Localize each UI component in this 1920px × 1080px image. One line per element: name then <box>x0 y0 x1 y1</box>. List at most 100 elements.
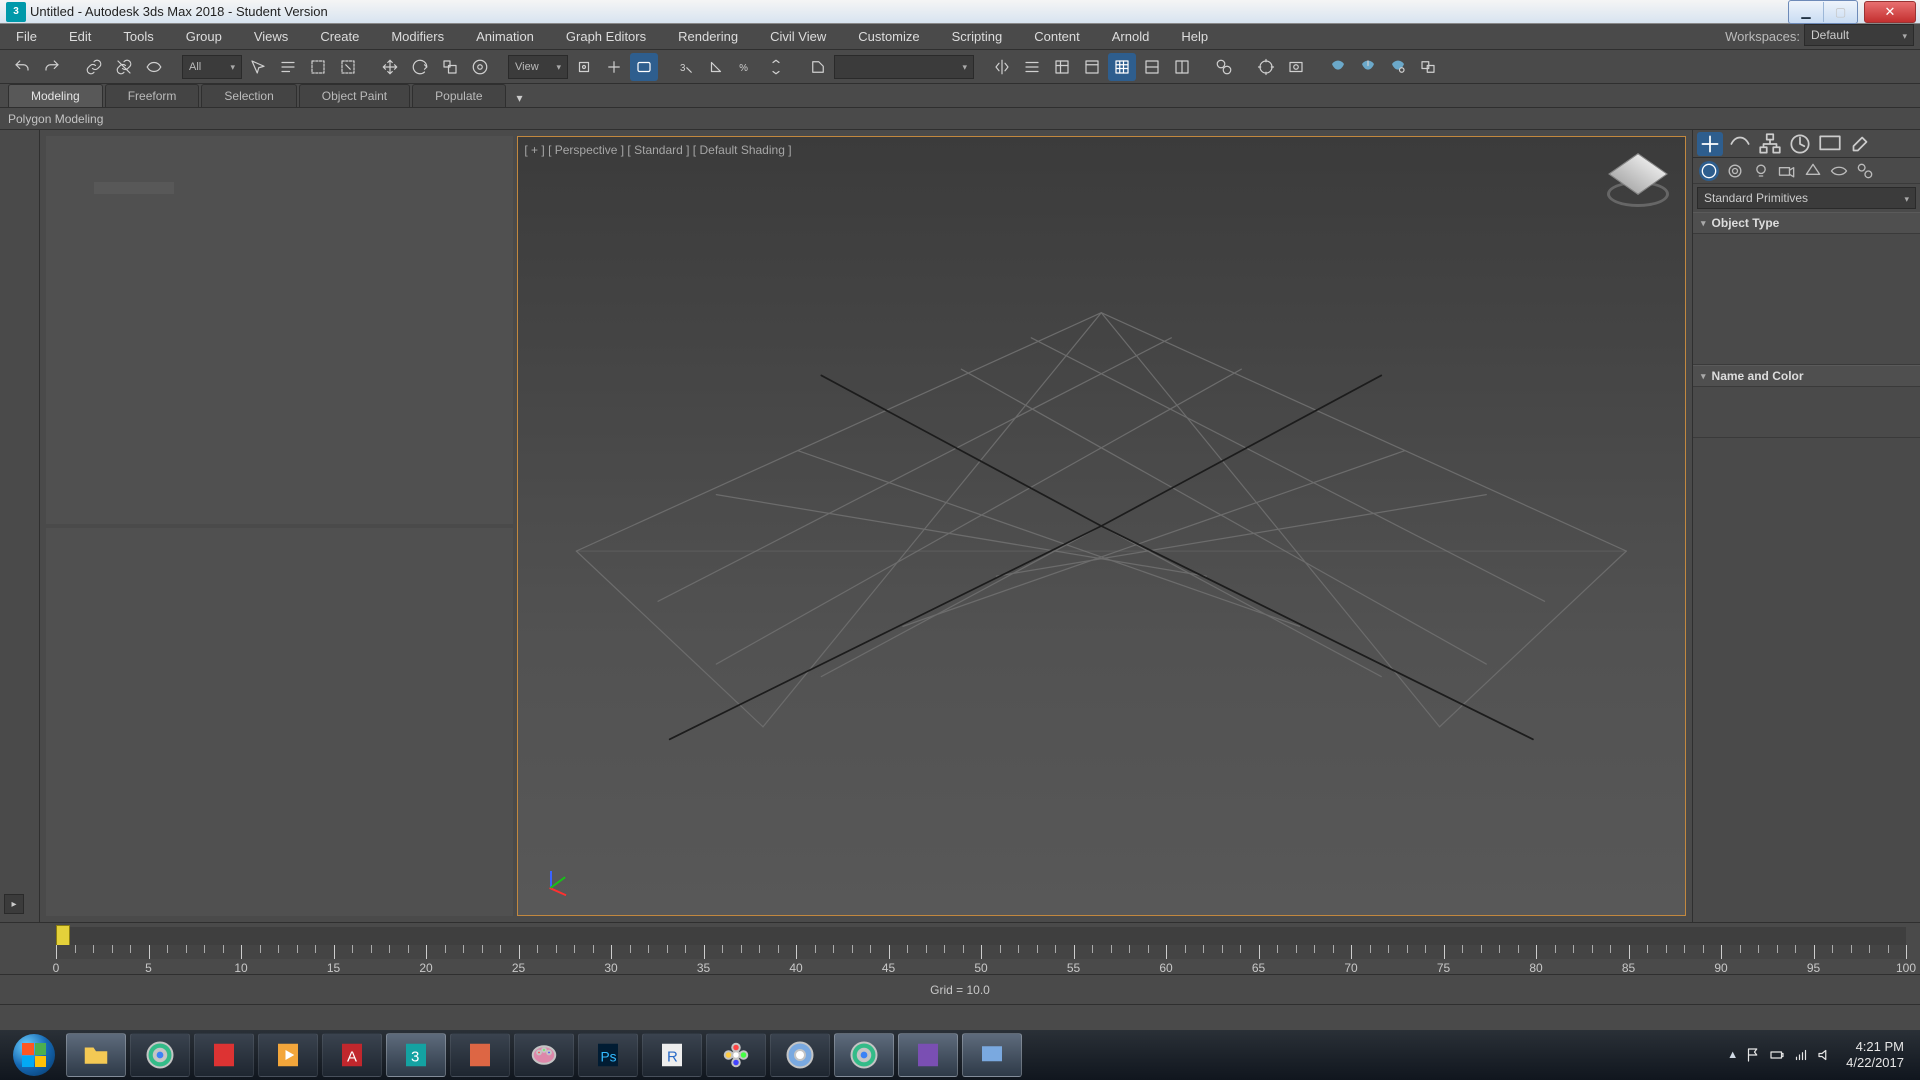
category-systems-button[interactable] <box>1855 161 1875 181</box>
window-close-button[interactable]: ✕ <box>1864 1 1916 23</box>
tray-flag-icon[interactable] <box>1744 1046 1762 1064</box>
toggle-ribbon-button[interactable] <box>1078 53 1106 81</box>
select-scale-button[interactable] <box>436 53 464 81</box>
time-slider-handle[interactable] <box>56 925 70 947</box>
category-cameras-button[interactable] <box>1777 161 1797 181</box>
tray-volume-icon[interactable] <box>1816 1046 1834 1064</box>
menu-file[interactable]: File <box>0 24 53 49</box>
rectangular-region-button[interactable] <box>304 53 332 81</box>
cmdpanel-tab-create[interactable] <box>1697 132 1723 156</box>
percent-snap-button[interactable]: % <box>732 53 760 81</box>
pivot-center-button[interactable] <box>570 53 598 81</box>
category-lights-button[interactable] <box>1751 161 1771 181</box>
menu-tools[interactable]: Tools <box>107 24 169 49</box>
taskbar-chrome-button[interactable] <box>130 1033 190 1077</box>
taskbar-revit-button[interactable]: R <box>642 1033 702 1077</box>
tray-battery-icon[interactable] <box>1768 1046 1786 1064</box>
manipulate-button[interactable] <box>600 53 628 81</box>
taskbar-wmplayer-button[interactable] <box>258 1033 318 1077</box>
layer-explorer-button[interactable] <box>1048 53 1076 81</box>
ribbon-tab-selection[interactable]: Selection <box>201 84 296 107</box>
unlink-button[interactable] <box>110 53 138 81</box>
cmdpanel-tab-hierarchy[interactable] <box>1757 132 1783 156</box>
menu-edit[interactable]: Edit <box>53 24 107 49</box>
render-activeshade-button[interactable] <box>1384 53 1412 81</box>
menu-arnold[interactable]: Arnold <box>1096 24 1166 49</box>
menu-group[interactable]: Group <box>170 24 238 49</box>
category-spacewarps-button[interactable] <box>1829 161 1849 181</box>
start-button[interactable] <box>6 1033 62 1077</box>
workspace-dropdown[interactable]: Default <box>1804 24 1914 46</box>
link-button[interactable] <box>80 53 108 81</box>
edit-named-selection-button[interactable] <box>804 53 832 81</box>
viewport-front[interactable] <box>46 528 513 916</box>
rollout-object-type-header[interactable]: Object Type <box>1693 212 1920 234</box>
dope-sheet-button[interactable] <box>1138 53 1166 81</box>
schematic-view-button[interactable] <box>1168 53 1196 81</box>
viewcube[interactable] <box>1603 145 1673 215</box>
render-in-cloud-button[interactable] <box>1414 53 1442 81</box>
angle-snap-button[interactable] <box>702 53 730 81</box>
cmdpanel-tab-display[interactable] <box>1817 132 1843 156</box>
taskbar-chrome2-button[interactable] <box>834 1033 894 1077</box>
taskbar-photos-button[interactable] <box>706 1033 766 1077</box>
maxscript-listener-area[interactable] <box>0 1004 1920 1030</box>
scene-explorer-expand-button[interactable]: ▸ <box>4 894 24 914</box>
keyboard-shortcut-override-button[interactable] <box>630 53 658 81</box>
taskbar-paint-button[interactable] <box>514 1033 574 1077</box>
mirror-button[interactable] <box>988 53 1016 81</box>
taskbar-app-button[interactable] <box>898 1033 958 1077</box>
taskbar-chromium-button[interactable] <box>770 1033 830 1077</box>
reference-coord-dropdown[interactable]: View <box>508 55 568 79</box>
menu-content[interactable]: Content <box>1018 24 1096 49</box>
render-setup-button[interactable] <box>1252 53 1280 81</box>
select-place-button[interactable] <box>466 53 494 81</box>
taskbar-app2-button[interactable] <box>962 1033 1022 1077</box>
taskbar-explorer-button[interactable] <box>66 1033 126 1077</box>
align-button[interactable] <box>1018 53 1046 81</box>
undo-button[interactable] <box>8 53 36 81</box>
bind-spacewarp-button[interactable] <box>140 53 168 81</box>
ribbon-tab-object-paint[interactable]: Object Paint <box>299 84 410 107</box>
cmdpanel-tab-modify[interactable] <box>1727 132 1753 156</box>
menu-create[interactable]: Create <box>304 24 375 49</box>
category-helpers-button[interactable] <box>1803 161 1823 181</box>
menu-views[interactable]: Views <box>238 24 304 49</box>
window-minimize-button[interactable]: ▁ <box>1789 2 1823 22</box>
tray-network-icon[interactable] <box>1792 1046 1810 1064</box>
ribbon-tab-freeform[interactable]: Freeform <box>105 84 200 107</box>
menu-civil-view[interactable]: Civil View <box>754 24 842 49</box>
taskbar-acrobat-button[interactable] <box>194 1033 254 1077</box>
ribbon-tab-populate[interactable]: Populate <box>412 84 505 107</box>
curve-editor-button[interactable] <box>1108 53 1136 81</box>
category-shapes-button[interactable] <box>1725 161 1745 181</box>
category-geometry-button[interactable] <box>1699 161 1719 181</box>
select-by-name-button[interactable] <box>274 53 302 81</box>
taskbar-sketchup-button[interactable] <box>450 1033 510 1077</box>
taskbar-photoshop-button[interactable]: Ps <box>578 1033 638 1077</box>
menu-rendering[interactable]: Rendering <box>662 24 754 49</box>
menu-modifiers[interactable]: Modifiers <box>375 24 460 49</box>
taskbar-3dsmax-button[interactable]: 3 <box>386 1033 446 1077</box>
tray-show-hidden-button[interactable]: ▲ <box>1727 1049 1738 1061</box>
ribbon-tab-modeling[interactable]: Modeling <box>8 84 103 107</box>
viewport-perspective[interactable]: [ + ] [ Perspective ] [ Standard ] [ Def… <box>517 136 1686 916</box>
cmdpanel-tab-utilities[interactable] <box>1847 132 1873 156</box>
taskbar-autocad-button[interactable]: A <box>322 1033 382 1077</box>
menu-customize[interactable]: Customize <box>842 24 935 49</box>
menu-graph-editors[interactable]: Graph Editors <box>550 24 662 49</box>
viewport-top[interactable] <box>46 136 513 524</box>
cmdpanel-tab-motion[interactable] <box>1787 132 1813 156</box>
render-iterative-button[interactable] <box>1354 53 1382 81</box>
select-rotate-button[interactable] <box>406 53 434 81</box>
redo-button[interactable] <box>38 53 66 81</box>
selection-filter-dropdown[interactable]: All <box>182 55 242 79</box>
select-object-button[interactable] <box>244 53 272 81</box>
material-editor-button[interactable] <box>1210 53 1238 81</box>
rollout-name-color-header[interactable]: Name and Color <box>1693 365 1920 387</box>
snap-toggle-button[interactable]: 3 <box>672 53 700 81</box>
time-slider[interactable]: 0510152025303540455055606570758085909510… <box>0 922 1920 974</box>
subcategory-dropdown[interactable]: Standard Primitives <box>1697 187 1916 209</box>
named-selection-dropdown[interactable] <box>834 55 974 79</box>
menu-scripting[interactable]: Scripting <box>936 24 1019 49</box>
